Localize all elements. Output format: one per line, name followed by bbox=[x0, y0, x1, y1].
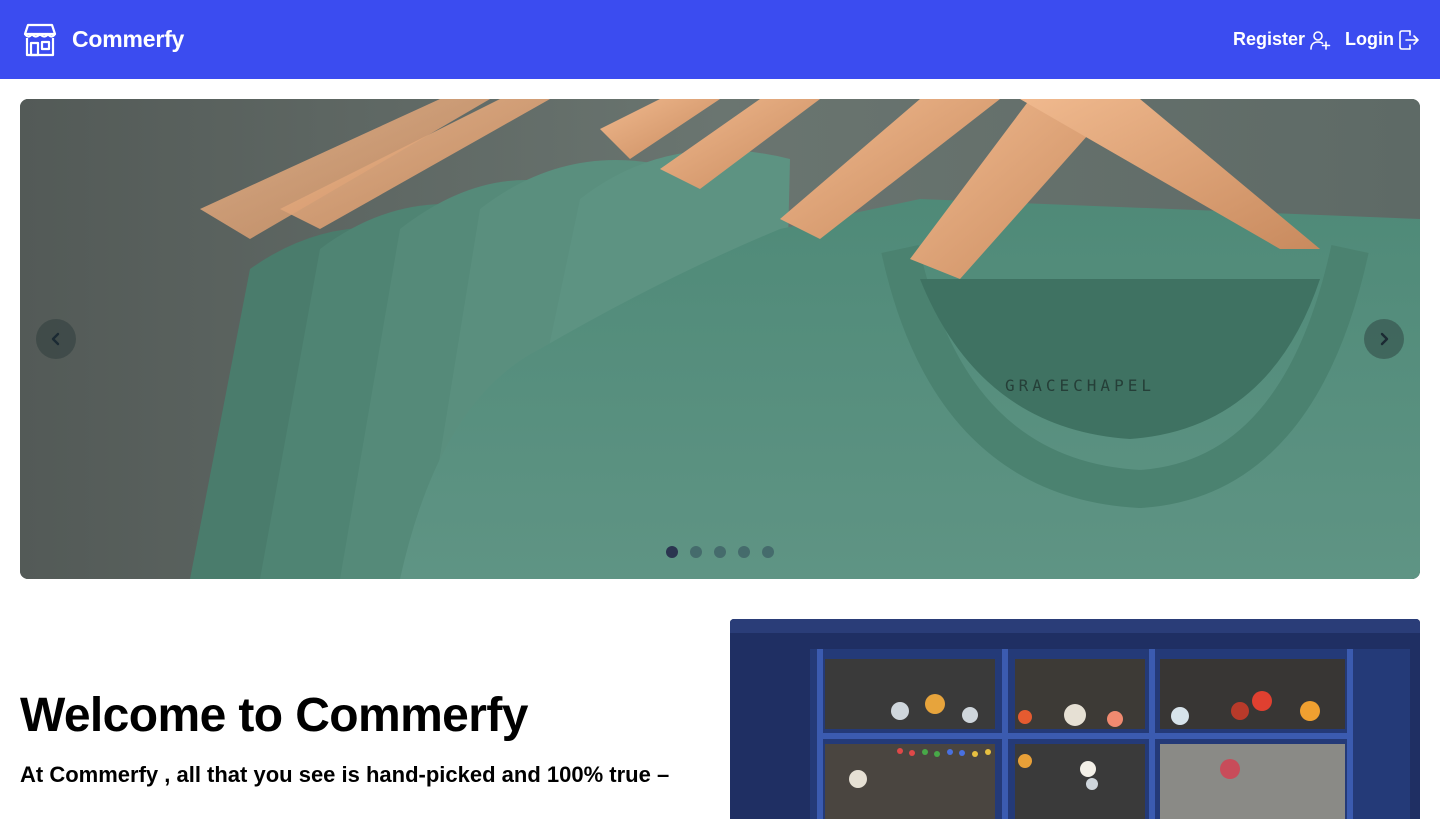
welcome-text: At Commerfy , all that you see is hand-p… bbox=[20, 762, 670, 787]
welcome-section: Welcome to Commerfy At Commerfy , all th… bbox=[20, 688, 710, 790]
storefront-icon bbox=[22, 23, 58, 57]
brand-link[interactable]: Commerfy bbox=[22, 23, 184, 57]
login-link[interactable]: Login bbox=[1345, 29, 1420, 51]
brand-name: Commerfy bbox=[72, 26, 185, 52]
hero-carousel: GRACECHAPEL bbox=[20, 99, 1420, 579]
chevron-left-icon bbox=[51, 332, 60, 346]
register-link[interactable]: Register bbox=[1233, 29, 1331, 51]
carousel-dot[interactable] bbox=[714, 546, 726, 558]
carousel-dot[interactable] bbox=[762, 546, 774, 558]
carousel-next-button[interactable] bbox=[1364, 319, 1404, 359]
register-label: Register bbox=[1232, 29, 1306, 49]
login-arrow-icon bbox=[1399, 29, 1419, 50]
user-plus-icon bbox=[1310, 30, 1331, 50]
nav-actions: Register Login bbox=[1233, 29, 1420, 51]
storefront-image bbox=[730, 619, 1420, 819]
tshirts-on-hangers-image: GRACECHAPEL bbox=[20, 99, 1420, 579]
chevron-right-icon bbox=[1380, 332, 1389, 346]
carousel-dot[interactable] bbox=[666, 546, 678, 558]
carousel-prev-button[interactable] bbox=[36, 319, 76, 359]
carousel-dot[interactable] bbox=[690, 546, 702, 558]
navbar: Commerfy Register Login bbox=[0, 0, 1440, 79]
svg-text:GRACECHAPEL: GRACECHAPEL bbox=[1005, 376, 1155, 395]
welcome-title: Welcome to Commerfy bbox=[20, 689, 528, 742]
carousel-dot[interactable] bbox=[738, 546, 750, 558]
carousel-indicators bbox=[20, 546, 1420, 558]
login-label: Login bbox=[1345, 29, 1394, 49]
